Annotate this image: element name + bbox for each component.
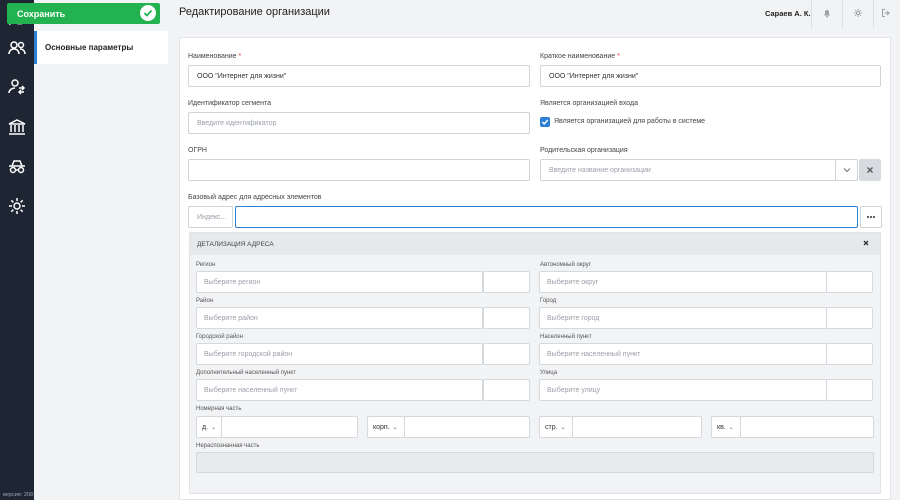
more-options-button[interactable] [860,206,882,228]
chevron-down-icon[interactable] [835,159,858,181]
settings-gear-icon[interactable] [0,189,34,223]
building-type-value: корп. [373,423,390,431]
extra-settlement-select[interactable]: Выберите населенный пункт [196,379,483,401]
ogrn-label: ОГРН [188,147,207,154]
settlement-select[interactable]: Выберите населенный пункт [539,343,827,365]
district-select[interactable]: Выберите район [196,307,483,329]
segment-id-input[interactable]: Введите идентификатор [188,112,530,134]
section-nav-column [34,0,169,500]
check-icon [140,5,156,21]
clear-parent-button[interactable] [859,159,881,181]
checkmark-icon [541,119,549,125]
close-icon [867,167,873,173]
close-icon[interactable] [862,239,870,247]
building-type-select[interactable]: корп. ⌄ [367,416,405,438]
building-number-input[interactable] [404,416,530,438]
address-detail-title: ДЕТАЛИЗАЦИЯ АДРЕСА [197,240,274,248]
base-address-input[interactable] [235,206,858,228]
city-district-label: Городской район [196,334,243,340]
name-label: Наименование * [188,53,242,60]
region-select[interactable]: Выберите регион [196,271,483,293]
house-type-select[interactable]: д. ⌄ [196,416,222,438]
logout-icon[interactable] [879,6,893,20]
city-select[interactable]: Выберите город [539,307,827,329]
name-input[interactable]: ООО "Интернет для жизни" [188,65,530,87]
city-label: Город [540,298,557,304]
entry-org-checkbox-label[interactable]: Является организацией для работы в систе… [554,118,705,125]
parent-org-select[interactable]: Введите название организации [540,159,858,181]
extra-settlement-code-input[interactable] [483,379,530,401]
extra-settlement-label: Дополнительный населенный пункт [196,370,296,376]
unrecognized-part-field [196,452,874,473]
header-divider [842,0,843,28]
apartment-type-select[interactable]: кв. ⌄ [711,416,741,438]
institution-icon[interactable] [0,110,34,144]
postal-index-input[interactable]: Индекс... [188,206,233,228]
left-rail: версия: 208 [0,0,34,500]
city-district-select[interactable]: Выберите городской район [196,343,483,365]
house-type-value: д. [202,423,209,431]
apartment-type-value: кв. [717,423,726,431]
district-label: Район [196,298,214,304]
base-address-label: Базовый адрес для адресных элементов [188,194,322,201]
apartment-number-input[interactable] [740,416,874,438]
entry-org-label: Является организацией входа [540,100,638,107]
street-code-input[interactable] [826,379,873,401]
chevron-down-icon: ⌄ [392,424,398,431]
users-icon[interactable] [0,31,34,65]
gear-icon[interactable] [851,6,865,20]
structure-number-input[interactable] [572,416,702,438]
district-code-input[interactable] [483,307,530,329]
top-header: Редактирование организации Сараев А. К. [169,0,900,28]
settlement-label: Населенный пункт [540,334,592,340]
save-button[interactable]: Сохранить [7,3,160,24]
bell-icon[interactable] [820,6,834,20]
nav-item-label: Основные параметры [45,43,134,52]
settlement-code-input[interactable] [826,343,873,365]
structure-type-value: стр. [545,423,558,431]
number-part-label: Номерная часть [196,406,242,412]
street-select[interactable]: Выберите улицу [539,379,827,401]
okrug-label: Автономный округ [540,262,591,268]
unrecognized-label: Нераспознанная часть [196,443,260,449]
user-name[interactable]: Сараев А. К. [765,9,811,18]
user-transfer-icon[interactable] [0,70,34,104]
house-number-input[interactable] [221,416,358,438]
region-code-input[interactable] [483,271,530,293]
chevron-down-icon: ⌄ [560,424,566,431]
page-title: Редактирование организации [179,6,330,18]
header-divider [873,0,874,28]
chevron-down-icon: ⌄ [728,424,734,431]
okrug-select[interactable]: Выберите округ [539,271,827,293]
city-district-code-input[interactable] [483,343,530,365]
city-code-input[interactable] [826,307,873,329]
short-name-label: Краткое наименование * [540,53,620,60]
entry-org-checkbox[interactable] [540,117,550,127]
structure-type-select[interactable]: стр. ⌄ [539,416,573,438]
section-nav: Основные параметры [34,31,168,64]
street-label: Улица [540,370,558,376]
version-label: версия: 208 [3,492,34,498]
incognito-icon[interactable] [0,149,34,183]
ellipsis-icon [867,216,875,218]
address-detail-header: ДЕТАЛИЗАЦИЯ АДРЕСА [190,233,880,255]
ogrn-input[interactable] [188,159,530,181]
parent-org-label: Родительская организация [540,147,628,154]
region-label: Регион [196,262,216,268]
header-divider [811,0,812,28]
okrug-code-input[interactable] [826,271,873,293]
segment-id-label: Идентификатор сегмента [188,100,272,107]
nav-item-main-params[interactable]: Основные параметры [34,31,168,64]
save-button-label: Сохранить [17,8,66,19]
chevron-down-icon: ⌄ [211,424,217,431]
short-name-input[interactable]: ООО "Интернет для жизни" [540,65,881,87]
